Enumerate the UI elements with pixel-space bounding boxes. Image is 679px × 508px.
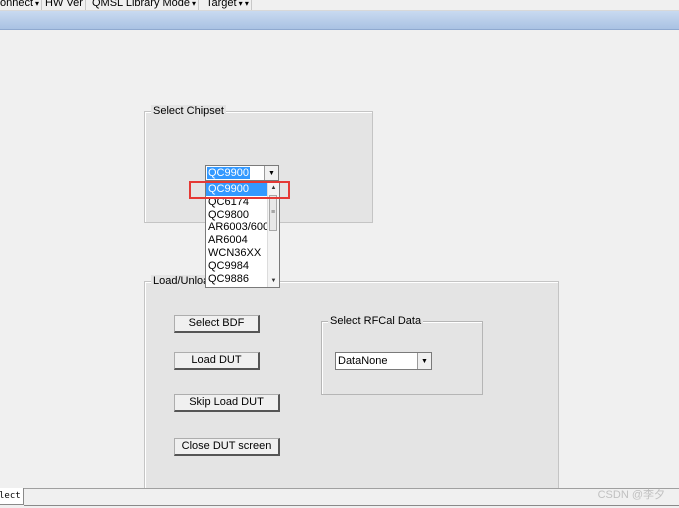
select-bdf-button[interactable]: Select BDF — [174, 315, 260, 333]
menu-label: onnect — [0, 0, 34, 9]
group-title: Load/Unloa — [151, 275, 212, 288]
list-item[interactable]: QC9800 — [206, 209, 268, 222]
list-item[interactable]: QC9886 — [206, 273, 268, 286]
scroll-thumb[interactable]: ≡ — [269, 195, 277, 231]
watermark: CSDN @李夕 — [597, 489, 665, 501]
chevron-down-icon[interactable]: ▼ — [264, 166, 278, 180]
chevron-down-icon: ▾ — [35, 0, 40, 8]
close-dut-screen-button[interactable]: Close DUT screen — [174, 438, 280, 456]
menu-label: QMSL Library Mode — [92, 0, 191, 9]
menu-label: HW Ver — [45, 0, 83, 9]
toolbar-ribbon — [0, 11, 679, 30]
group-title: Select Chipset — [151, 105, 226, 118]
menu-connect[interactable]: onnect ▾ — [0, 0, 43, 10]
list-item[interactable]: AR6003/600 — [206, 221, 268, 234]
skip-load-dut-button[interactable]: Skip Load DUT — [174, 394, 280, 412]
scroll-down-icon[interactable]: ▼ — [268, 276, 279, 287]
menu-label: Target — [206, 0, 237, 9]
highlight-box — [189, 181, 290, 199]
chevron-down-icon[interactable]: ▼ — [417, 353, 431, 369]
menubar: onnect ▾ HW Ver QMSL Library Mode ▾ Target… — [0, 0, 679, 11]
chipset-combobox[interactable]: QC9900 ▼ — [205, 165, 279, 181]
rfcal-combobox-value: DataNone — [338, 355, 388, 367]
chevron-down-icon: ▾ — [192, 0, 197, 8]
menu-target[interactable]: Target ▾ ▾ — [204, 0, 252, 10]
list-item[interactable]: AR6004 — [206, 234, 268, 247]
group-title: Select RFCal Data — [328, 315, 424, 328]
list-item[interactable]: QC9984 — [206, 260, 268, 273]
tab-divider — [24, 505, 679, 506]
bottom-tab-bar: lect — [0, 488, 679, 508]
list-item[interactable]: WCN36XX — [206, 247, 268, 260]
menu-hw-ver[interactable]: HW Ver — [43, 0, 86, 10]
load-dut-button[interactable]: Load DUT — [174, 352, 260, 370]
chipset-combobox-value: QC9900 — [207, 167, 250, 179]
rfcal-data-combobox[interactable]: DataNone ▼ — [335, 352, 432, 370]
tab-select[interactable]: lect — [0, 488, 24, 505]
menu-qmsl-library-mode[interactable]: QMSL Library Mode ▾ — [90, 0, 200, 10]
chevron-down-icon: ▾ ▾ — [238, 0, 249, 8]
